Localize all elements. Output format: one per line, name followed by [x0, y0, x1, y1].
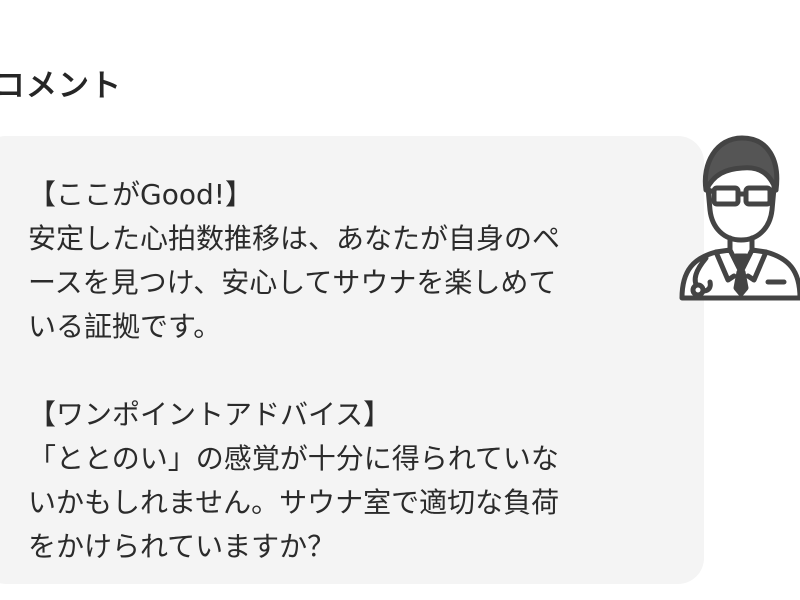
good-line: 安定した心拍数推移は、あなたが自身のペ [28, 222, 561, 255]
good-line: いる証拠です。 [28, 310, 222, 343]
good-line: ースを見つけ、安心してサウナを楽しめて [28, 266, 557, 299]
good-heading: 【ここがGood!】 [28, 178, 253, 211]
doctor-avatar-icon [679, 135, 800, 301]
advice-line: いかもしれません。サウナ室で適切な負荷 [28, 486, 560, 519]
section-title: コメント [0, 68, 122, 104]
advice-line: をかけられていますか？ [28, 530, 336, 563]
comment-body: 【ここがGood!】 安定した心拍数推移は、あなたが自身のペ ースを見つけ、安心… [28, 173, 688, 569]
advice-line: 「ととのい」の感覚が十分に得られていな [28, 442, 559, 475]
advice-heading: 【ワンポイントアドバイス】 [28, 398, 392, 431]
